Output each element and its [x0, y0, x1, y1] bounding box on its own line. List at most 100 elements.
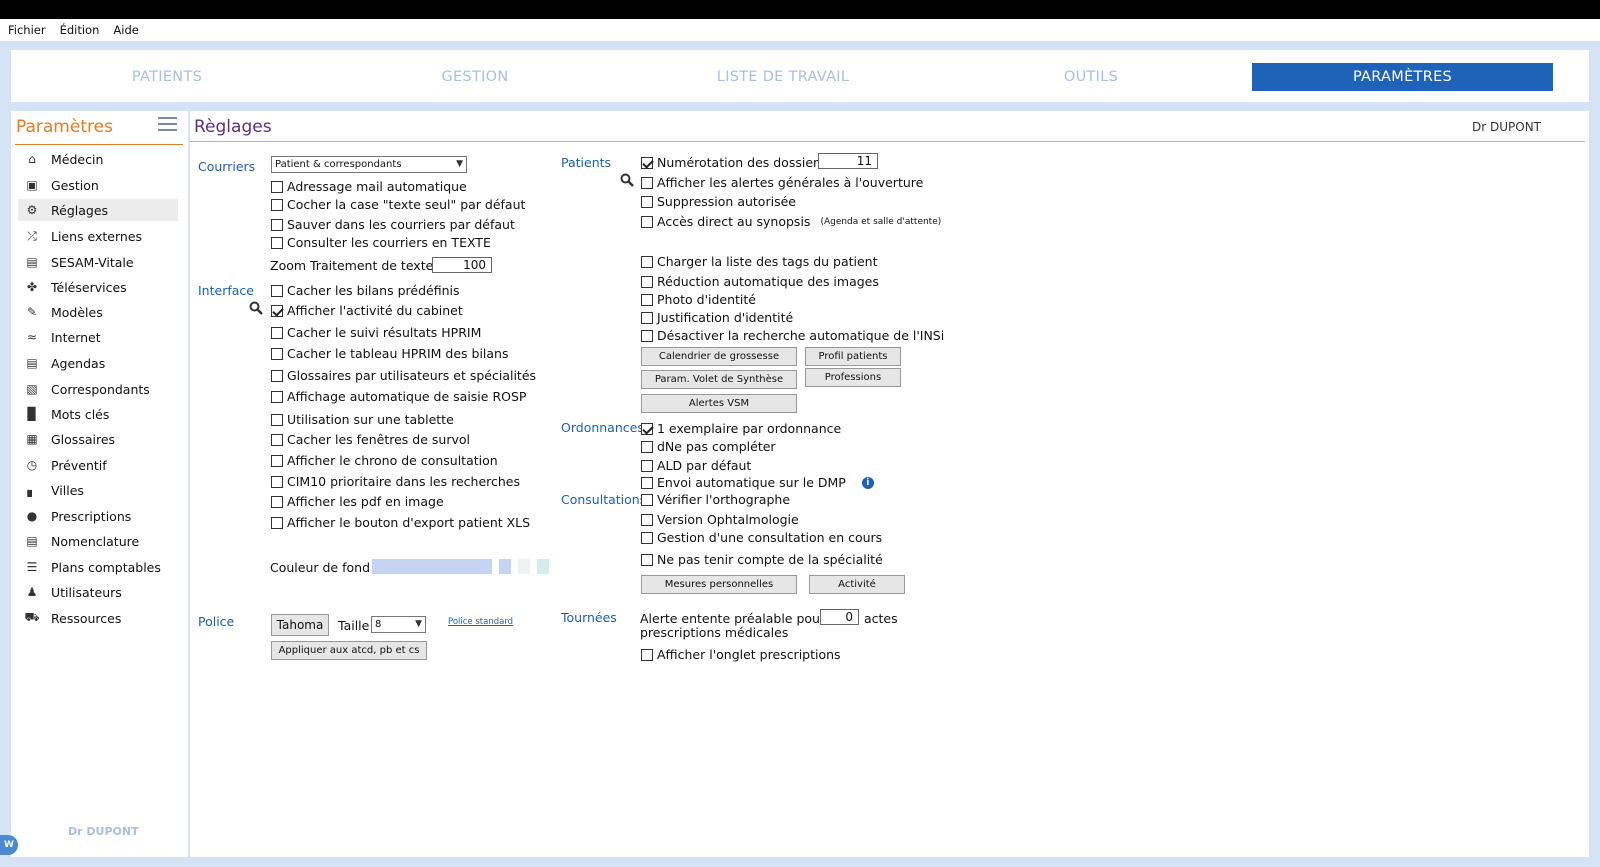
sidebar-item-reglages[interactable]: ⚙ Réglages [18, 199, 178, 221]
section-label-police: Police [198, 614, 235, 629]
alerte-actes-input[interactable]: 0 [820, 609, 859, 625]
menu-edition[interactable]: Édition [60, 23, 100, 37]
checkbox-acces-synopsis[interactable]: Accès direct au synopsis (Agenda et salle… [641, 214, 941, 229]
checkbox-cim10[interactable]: CIM10 prioritaire dans les recherches [271, 474, 520, 489]
checkbox-pdf-image[interactable]: Afficher les pdf en image [271, 494, 444, 509]
checkbox-suivi-hprim[interactable]: Cacher le suivi résultats HPRIM [271, 325, 481, 340]
checkbox-justification-identite[interactable]: Justification d'identité [641, 310, 793, 325]
color-swatch-3[interactable] [518, 559, 530, 574]
tab-outils[interactable]: OUTILS [935, 63, 1247, 91]
checkbox-adressage-mail[interactable]: Adressage mail automatique [271, 179, 467, 194]
checkbox-box [271, 304, 283, 317]
zoom-input[interactable]: 100 [432, 257, 492, 273]
sidebar: Paramètres ⌂ Médecin ▣ Gestion ⚙ Réglages ⤮… [11, 111, 188, 857]
section-label-ordonnances: Ordonnances [561, 420, 644, 435]
sidebar-item-correspondants[interactable]: ▧ Correspondants [18, 378, 178, 400]
clock-icon: ◷ [26, 458, 38, 472]
checkbox-envoi-dmp[interactable]: Envoi automatique sur le DMP i [641, 475, 874, 490]
menu-fichier[interactable]: Fichier [8, 23, 46, 37]
sidebar-item-prescriptions[interactable]: ● Prescriptions [18, 505, 178, 527]
sidebar-item-label: Internet [51, 329, 101, 345]
tab-liste-de-travail[interactable]: LISTE DE TRAVAIL [627, 63, 939, 91]
search-icon[interactable] [620, 173, 634, 187]
activite-button[interactable]: Activité [809, 575, 905, 594]
calendrier-grossesse-button[interactable]: Calendrier de grossesse [641, 347, 797, 366]
appliquer-button[interactable]: Appliquer aux atcd, pb et cs [271, 641, 427, 660]
sidebar-item-label: Utilisateurs [51, 584, 122, 600]
color-swatch-1[interactable] [372, 559, 492, 574]
checkbox-exemplaire-ordonnance[interactable]: 1 exemplaire par ordonnance [641, 421, 841, 436]
sidebar-item-teleservices[interactable]: ✤ Téléservices [18, 276, 178, 298]
sidebar-item-mots-cles[interactable]: ▉ Mots clés [18, 403, 178, 425]
menu-aide[interactable]: Aide [113, 23, 138, 37]
sidebar-item-utilisateurs[interactable]: ♟ Utilisateurs [18, 581, 178, 603]
tab-patients[interactable]: PATIENTS [11, 63, 323, 91]
professions-button[interactable]: Professions [805, 368, 901, 387]
checkbox-cacher-bilans[interactable]: Cacher les bilans prédéfinis [271, 283, 459, 298]
checkbox-consultation-en-cours[interactable]: Gestion d'une consultation en cours [641, 530, 882, 545]
checkbox-saisie-rosp[interactable]: Affichage automatique de saisie ROSP [271, 389, 526, 404]
sidebar-item-liens-externes[interactable]: ⤮ Liens externes [18, 225, 178, 247]
checkbox-label: Cacher le suivi résultats HPRIM [287, 325, 482, 340]
checkbox-courriers-texte[interactable]: Consulter les courriers en TEXTE [271, 235, 491, 250]
checkbox-tableau-hprim[interactable]: Cacher le tableau HPRIM des bilans [271, 346, 509, 361]
checkbox-label: Afficher le bouton d'export patient XLS [287, 515, 531, 530]
sidebar-item-gestion[interactable]: ▣ Gestion [18, 174, 178, 196]
hamburger-icon[interactable] [158, 117, 177, 133]
sidebar-item-plans-comptables[interactable]: ☰ Plans comptables [18, 556, 178, 578]
checkbox-suppression[interactable]: Suppression autorisée [641, 194, 796, 209]
sidebar-item-sesam-vitale[interactable]: ▤ SESAM-Vitale [18, 251, 178, 273]
color-swatch-2[interactable] [499, 559, 511, 574]
checkbox-orthographe[interactable]: Vérifier l'orthographe [641, 492, 790, 507]
checkbox-ald-defaut[interactable]: ALD par défaut [641, 458, 751, 473]
checkbox-recherche-insi[interactable]: Désactiver la recherche automatique de l… [641, 328, 944, 343]
info-icon[interactable]: i [861, 476, 874, 489]
mesures-personnelles-button[interactable]: Mesures personnelles [641, 575, 797, 594]
sidebar-item-ressources[interactable]: ⛟ Ressources [18, 607, 178, 629]
taille-select[interactable]: 8 ▼ [371, 616, 426, 633]
checkbox-onglet-prescriptions[interactable]: Afficher l'onglet prescriptions [641, 647, 841, 662]
checkbox-export-xls[interactable]: Afficher le bouton d'export patient XLS [271, 515, 530, 530]
checkbox-activite-cabinet[interactable]: Afficher l'activité du cabinet [271, 303, 463, 318]
checkbox-numerotation[interactable]: Numérotation des dossiers [641, 155, 825, 170]
checkbox-chrono[interactable]: Afficher le chrono de consultation [271, 453, 498, 468]
sidebar-item-glossaires[interactable]: ▦ Glossaires [18, 428, 178, 450]
checkbox-texte-seul[interactable]: Cocher la case "texte seul" par défaut [271, 197, 525, 212]
sidebar-item-medecin[interactable]: ⌂ Médecin [18, 148, 178, 170]
sidebar-item-villes[interactable]: ▖ Villes [18, 479, 178, 501]
alertes-vsm-button[interactable]: Alertes VSM [641, 394, 797, 413]
font-button[interactable]: Tahoma [271, 614, 329, 636]
users-icon: ♟ [26, 585, 38, 599]
sidebar-item-internet[interactable]: ≈ Internet [18, 326, 178, 348]
color-swatch-4[interactable] [537, 559, 549, 574]
profil-patients-button[interactable]: Profil patients [805, 347, 901, 366]
checkbox-alertes-generales[interactable]: Afficher les alertes générales à l'ouver… [641, 175, 923, 190]
courriers-select[interactable]: Patient & correspondants ▼ [271, 156, 467, 173]
sidebar-item-nomenclature[interactable]: ▤ Nomenclature [18, 530, 178, 552]
checkbox-label: Charger la liste des tags du patient [657, 254, 878, 269]
checkbox-fenetres-survol[interactable]: Cacher les fenêtres de survol [271, 432, 470, 447]
checkbox-box [271, 369, 283, 382]
tab-gestion[interactable]: GESTION [319, 63, 631, 91]
sidebar-item-label: Prescriptions [51, 508, 132, 524]
sidebar-item-modeles[interactable]: ✎ Modèles [18, 301, 178, 323]
checkbox-tags-patient[interactable]: Charger la liste des tags du patient [641, 254, 878, 269]
sidebar-item-preventif[interactable]: ◷ Préventif [18, 454, 178, 476]
numerotation-input[interactable]: 11 [818, 153, 878, 169]
checkbox-specialite[interactable]: Ne pas tenir compte de la spécialité [641, 552, 883, 567]
sidebar-item-agendas[interactable]: ▤ Agendas [18, 352, 178, 374]
checkbox-ne-pas-completer[interactable]: dNe pas compléter [641, 439, 776, 454]
checkbox-ophtalmologie[interactable]: Version Ophtalmologie [641, 512, 799, 527]
search-icon[interactable] [249, 301, 263, 315]
police-standard-link[interactable]: Police standard [448, 617, 513, 627]
tab-parametres[interactable]: PARAMÈTRES [1252, 63, 1553, 91]
checkbox-photo-identite[interactable]: Photo d'identité [641, 292, 756, 307]
checkbox-box [641, 215, 653, 228]
checkbox-glossaires-utilisateurs[interactable]: Glossaires par utilisateurs et spécialit… [271, 368, 536, 383]
volet-synthese-button[interactable]: Param. Volet de Synthèse [641, 370, 797, 389]
checkbox-reduction-images[interactable]: Réduction automatique des images [641, 274, 879, 289]
taille-select-value: 8 [375, 619, 382, 630]
checkbox-tablette[interactable]: Utilisation sur une tablette [271, 412, 454, 427]
section-label-patients: Patients [561, 155, 612, 170]
checkbox-sauver-courriers[interactable]: Sauver dans les courriers par défaut [271, 217, 515, 232]
